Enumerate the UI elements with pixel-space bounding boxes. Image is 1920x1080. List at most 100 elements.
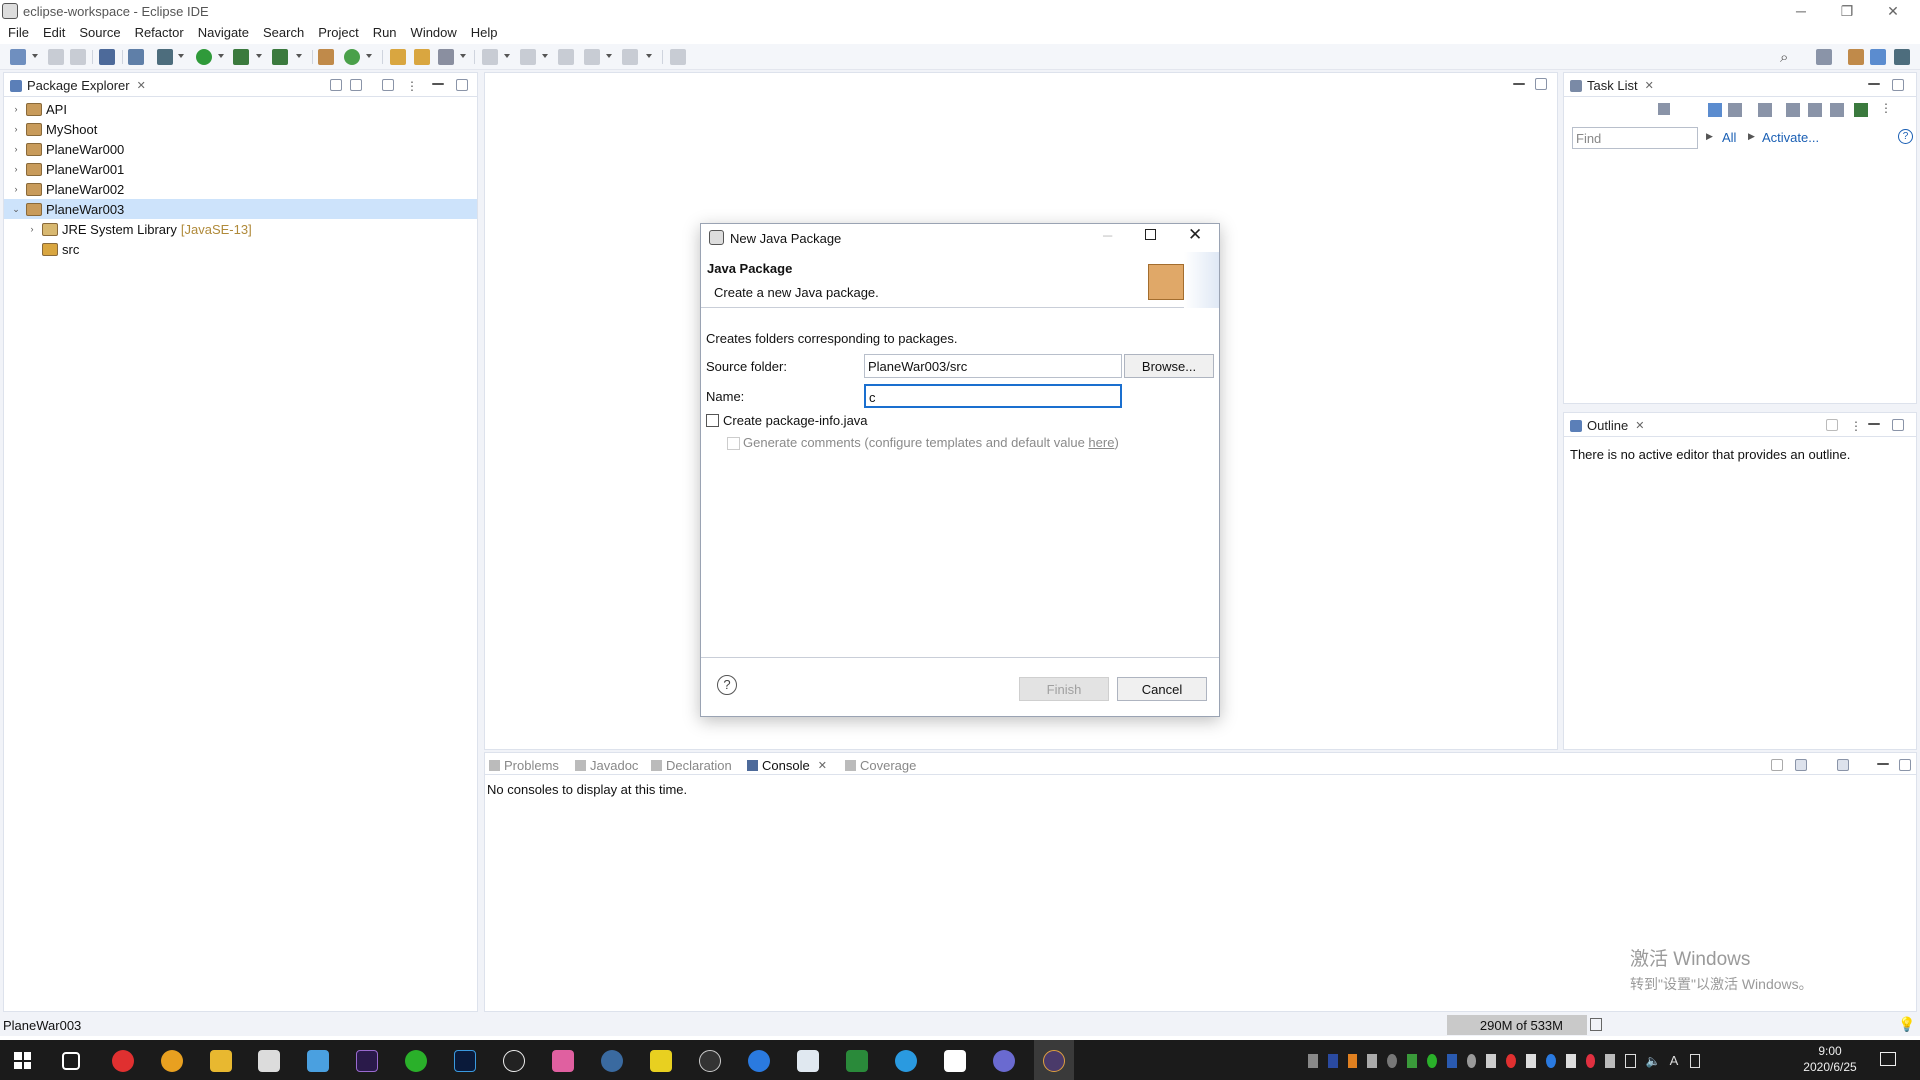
tray-icon[interactable] xyxy=(1426,1054,1437,1068)
external-tools-icon[interactable] xyxy=(272,49,288,65)
all-link[interactable]: All xyxy=(1722,130,1736,145)
minimize-icon[interactable] xyxy=(1513,83,1525,85)
tray-icon[interactable] xyxy=(1565,1054,1576,1068)
tab-declaration[interactable]: Declaration xyxy=(651,758,732,773)
minimize-icon[interactable] xyxy=(1868,423,1880,425)
back-icon[interactable] xyxy=(584,49,600,65)
tray-icon[interactable] xyxy=(1486,1054,1497,1068)
cancel-button[interactable]: Cancel xyxy=(1117,677,1207,701)
maximize-icon[interactable] xyxy=(1892,419,1904,431)
premiere-icon[interactable] xyxy=(356,1050,378,1072)
lightbulb-icon[interactable]: 💡 xyxy=(1898,1016,1915,1033)
tray-icon[interactable] xyxy=(1308,1054,1318,1068)
view-menu-icon[interactable]: ⋮ xyxy=(1880,101,1892,115)
find-input[interactable]: Find xyxy=(1572,127,1698,149)
chevron-right-icon[interactable]: › xyxy=(10,124,22,134)
maximize-icon[interactable] xyxy=(456,79,468,91)
open-task-icon[interactable] xyxy=(414,49,430,65)
maximize-icon[interactable] xyxy=(1535,78,1547,90)
tab-coverage[interactable]: Coverage xyxy=(845,758,916,773)
eclipse-icon[interactable] xyxy=(1043,1050,1065,1072)
excel-icon[interactable] xyxy=(846,1050,868,1072)
chevron-right-icon[interactable]: › xyxy=(10,184,22,194)
collapse-all-icon[interactable] xyxy=(1808,103,1822,117)
qq-icon[interactable] xyxy=(503,1050,525,1072)
wechat-icon[interactable] xyxy=(405,1050,427,1072)
minimize-icon[interactable] xyxy=(432,83,444,85)
clock[interactable]: 9:00 2020/6/25 xyxy=(1770,1043,1890,1075)
notification-icon[interactable] xyxy=(1880,1052,1896,1066)
close-icon[interactable]: ✕ xyxy=(1188,225,1202,245)
categorized-icon[interactable] xyxy=(1708,103,1722,117)
tree-item[interactable]: › PlaneWar002 xyxy=(4,179,477,199)
app3-icon[interactable] xyxy=(993,1050,1015,1072)
tray-icon[interactable] xyxy=(1347,1054,1358,1068)
save-all-icon[interactable] xyxy=(70,49,86,65)
app2-icon[interactable] xyxy=(895,1050,917,1072)
debug-icon[interactable] xyxy=(157,49,173,65)
close-icon[interactable]: ✕ xyxy=(137,79,146,92)
help-icon[interactable]: ? xyxy=(1898,129,1913,144)
finish-button[interactable]: Finish xyxy=(1019,677,1109,701)
tab-task-list[interactable]: Task List ✕ xyxy=(1570,78,1654,93)
tab-package-explorer[interactable]: Package Explorer ✕ xyxy=(10,78,146,93)
next-annotation-icon[interactable] xyxy=(482,49,498,65)
menu-edit[interactable]: Edit xyxy=(43,25,65,40)
photos-icon[interactable] xyxy=(797,1050,819,1072)
clock-app-icon[interactable] xyxy=(699,1050,721,1072)
last-edit-icon[interactable] xyxy=(558,49,574,65)
chevron-right-icon[interactable]: › xyxy=(10,104,22,114)
prev-annotation-icon[interactable] xyxy=(520,49,536,65)
close-icon[interactable]: ✕ xyxy=(1645,79,1654,92)
save-icon[interactable] xyxy=(48,49,64,65)
minimize-icon[interactable] xyxy=(1877,763,1889,765)
new-task-icon[interactable] xyxy=(1658,103,1670,115)
new-icon[interactable] xyxy=(10,49,26,65)
ime-mode-icon[interactable] xyxy=(1689,1054,1700,1068)
tree-item[interactable]: › API xyxy=(4,99,477,119)
network-icon[interactable] xyxy=(1625,1054,1636,1068)
coverage-icon[interactable] xyxy=(233,49,249,65)
tray-icon[interactable] xyxy=(1367,1054,1378,1068)
hide-completed-icon[interactable] xyxy=(1786,103,1800,117)
focus-icon[interactable] xyxy=(382,79,394,91)
open-type-icon[interactable] xyxy=(390,49,406,65)
pin-console-icon[interactable] xyxy=(1771,759,1783,771)
task-view-icon[interactable] xyxy=(62,1052,80,1070)
tab-console[interactable]: Console ✕ xyxy=(747,758,827,773)
display-console-icon[interactable] xyxy=(1795,759,1807,771)
tray-icon[interactable] xyxy=(1526,1054,1536,1068)
forward-icon[interactable] xyxy=(622,49,638,65)
chevron-right-icon[interactable]: › xyxy=(10,144,22,154)
tab-outline[interactable]: Outline ✕ xyxy=(1570,418,1644,433)
new-java-class-icon[interactable] xyxy=(344,49,360,65)
volume-icon[interactable]: 🔈 xyxy=(1646,1054,1661,1068)
search-tool-icon[interactable] xyxy=(438,49,454,65)
close-icon[interactable]: ✕ xyxy=(818,759,827,772)
menu-navigate[interactable]: Navigate xyxy=(198,25,249,40)
browser-icon[interactable] xyxy=(748,1050,770,1072)
new-java-package-icon[interactable] xyxy=(318,49,334,65)
ime-icon[interactable]: A xyxy=(1670,1054,1680,1068)
chevron-right-icon[interactable]: › xyxy=(10,164,22,174)
menu-run[interactable]: Run xyxy=(373,25,397,40)
photoshop-icon[interactable] xyxy=(454,1050,476,1072)
tree-item-selected[interactable]: ⌄ PlaneWar003 xyxy=(4,199,477,219)
tree-item[interactable]: › PlaneWar000 xyxy=(4,139,477,159)
menu-help[interactable]: Help xyxy=(471,25,498,40)
maximize-icon[interactable] xyxy=(1892,79,1904,91)
menu-search[interactable]: Search xyxy=(263,25,304,40)
close-icon[interactable]: ✕ xyxy=(1870,0,1916,22)
tray-icon[interactable] xyxy=(1585,1054,1596,1068)
tab-problems[interactable]: Problems xyxy=(489,758,559,773)
steam-icon[interactable] xyxy=(601,1050,623,1072)
player-icon[interactable] xyxy=(650,1050,672,1072)
bilibili-icon[interactable] xyxy=(552,1050,574,1072)
menu-window[interactable]: Window xyxy=(411,25,457,40)
open-perspective-icon[interactable] xyxy=(1816,49,1832,65)
name-field[interactable]: c xyxy=(864,384,1122,408)
start-icon[interactable] xyxy=(14,1052,31,1069)
debug-perspective-icon[interactable] xyxy=(1894,49,1910,65)
app-icon[interactable] xyxy=(307,1050,329,1072)
tree-item[interactable]: › PlaneWar001 xyxy=(4,159,477,179)
